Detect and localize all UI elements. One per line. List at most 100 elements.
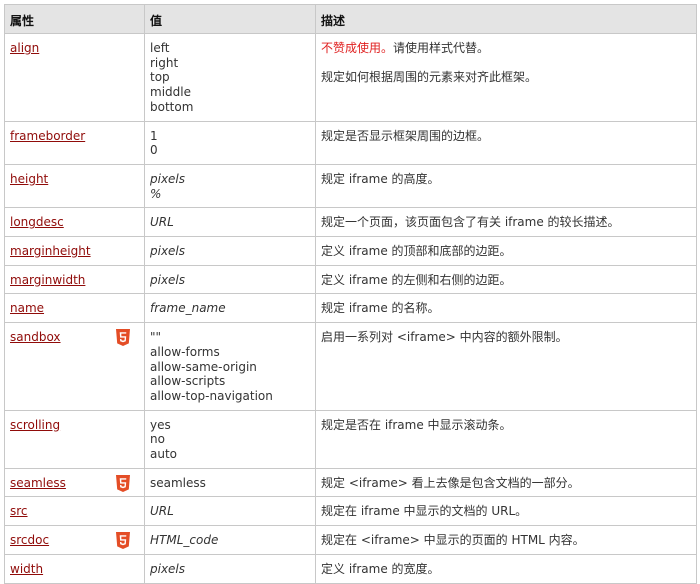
description-cell: 规定在 iframe 中显示的文档的 URL。 — [315, 496, 697, 527]
html5-icon — [116, 474, 130, 492]
value-cell: seamless — [144, 467, 316, 498]
value-item: middle — [150, 85, 191, 100]
value-item: auto — [150, 447, 178, 462]
attribute-link-sandbox[interactable]: sandbox — [10, 330, 61, 344]
value-item: pixels — [150, 272, 186, 287]
attribute-link-src[interactable]: src — [10, 504, 28, 518]
table-row: sandbox "" allow-forms allow-same-origin all… — [4, 322, 697, 411]
value-cell: 10 — [144, 120, 316, 165]
table-row: frameborder 1 0 规定是否显示框架周围的边框。 — [4, 120, 697, 165]
attribute-link-name[interactable]: name — [10, 301, 44, 315]
description-text: 规定 iframe 的高度。 — [321, 171, 440, 186]
attributes-table: 属性 值 描述 align left right top middle bottom 不赞成… — [4, 4, 697, 584]
value-item: URL — [150, 504, 174, 519]
description-cell: 规定一个页面，该页面包含了有关 iframe 的较长描述。 — [315, 207, 697, 238]
description-cell: 不赞成使用。请使用样式代替。 规定如何根据周围的元素来对齐此框架。 — [315, 33, 697, 122]
attribute-cell: scrolling — [4, 409, 145, 469]
attribute-link-align[interactable]: align — [10, 41, 39, 55]
description-cell: 规定 <iframe> 看上去像是包含文档的一部分。 — [315, 467, 697, 498]
attribute-link-marginheight[interactable]: marginheight — [10, 244, 91, 258]
attribute-cell: align — [4, 33, 145, 122]
value-item: "" — [150, 330, 162, 345]
value-cell: yes no auto — [144, 409, 316, 469]
description-text: 规定一个页面，该页面包含了有关 iframe 的较长描述。 — [321, 215, 620, 230]
description-cell: 规定 iframe 的名称。 — [315, 293, 697, 324]
table-row: height pixels% 规定 iframe 的高度。 — [4, 163, 697, 209]
description-text: 请使用样式代替。 — [393, 41, 490, 55]
description-cell: 定义 iframe 的顶部和底部的边距。 — [315, 236, 697, 266]
value-item: HTML_code — [150, 533, 219, 548]
header-description: 描述 — [315, 4, 697, 34]
description-cell: 规定 iframe 的高度。 — [315, 163, 697, 209]
description-cell: 定义 iframe 的宽度。 — [315, 553, 697, 584]
value-item: allow-scripts — [150, 374, 226, 389]
value-item: bottom — [150, 99, 194, 114]
attribute-link-longdesc[interactable]: longdesc — [10, 215, 64, 229]
table-header-row: 属性 值 描述 — [4, 4, 697, 34]
attribute-cell: marginheight — [4, 236, 145, 266]
value-item: allow-forms — [150, 344, 220, 359]
table-body: align left right top middle bottom 不赞成使用。请使用样式… — [4, 33, 697, 584]
value-cell: HTML_code — [144, 525, 316, 555]
value-item: yes — [150, 417, 171, 432]
attribute-link-seamless[interactable]: seamless — [10, 476, 66, 490]
attribute-cell: marginwidth — [4, 264, 145, 295]
attribute-link-scrolling[interactable]: scrolling — [10, 418, 60, 432]
value-cell: pixels — [144, 236, 316, 266]
value-item: pixels — [150, 244, 186, 259]
value-item: left — [150, 41, 170, 55]
description-cell: 规定是否在 iframe 中显示滚动条。 — [315, 409, 697, 469]
description-cell: 定义 iframe 的左侧和右侧的边距。 — [315, 264, 697, 295]
value-cell: pixels — [144, 553, 316, 584]
html5-icon — [116, 329, 130, 347]
attribute-cell: srcdoc — [4, 525, 145, 555]
value-item: pixels — [150, 171, 186, 186]
table-row: longdesc URL 规定一个页面，该页面包含了有关 iframe 的较长描述。 — [4, 207, 697, 238]
description-text: 规定在 <iframe> 中显示的页面的 HTML 内容。 — [321, 533, 585, 548]
value-item: frame_name — [150, 301, 226, 316]
value-cell: frame_name — [144, 293, 316, 324]
attribute-link-srcdoc[interactable]: srcdoc — [10, 533, 49, 547]
value-item: pixels — [150, 561, 186, 576]
description-text: 规定是否显示框架周围的边框。 — [321, 128, 490, 143]
value-item: allow-top-navigation — [150, 388, 273, 403]
table-row: srcdoc HTML_code 规定在 <iframe> 中显示的页面的 HTML… — [4, 525, 697, 555]
table-row: src URL 规定在 iframe 中显示的文档的 URL。 — [4, 496, 697, 527]
description-text: 定义 iframe 的左侧和右侧的边距。 — [321, 272, 512, 287]
attribute-link-width[interactable]: width — [10, 562, 43, 576]
table-row: width pixels 定义 iframe 的宽度。 — [4, 553, 697, 584]
description-text: 启用一系列对 <iframe> 中内容的额外限制。 — [321, 330, 568, 345]
attribute-cell: seamless — [4, 467, 145, 498]
description-cell: 启用一系列对 <iframe> 中内容的额外限制。 — [315, 322, 697, 411]
description-text: 定义 iframe 的顶部和底部的边距。 — [321, 244, 512, 259]
attribute-cell: src — [4, 496, 145, 527]
html5-icon — [116, 532, 130, 550]
table-row: scrolling yes no auto 规定是否在 iframe 中显示滚动条。 — [4, 409, 697, 469]
attribute-link-frameborder[interactable]: frameborder — [10, 129, 85, 143]
value-item: no — [150, 432, 165, 447]
attribute-link-height[interactable]: height — [10, 172, 48, 186]
attribute-cell: sandbox — [4, 322, 145, 411]
table-row: marginwidth pixels 定义 iframe 的左侧和右侧的边距。 — [4, 264, 697, 295]
description-text: 规定在 iframe 中显示的文档的 URL。 — [321, 504, 528, 519]
value-item: 0 — [150, 143, 158, 158]
value-item: 1 — [150, 128, 158, 143]
table-row: seamless seamless 规定 <iframe> 看上去像是包含文档的一部… — [4, 467, 697, 498]
attribute-cell: longdesc — [4, 207, 145, 238]
value-item: % — [150, 186, 162, 201]
description-text: 规定是否在 iframe 中显示滚动条。 — [321, 417, 512, 432]
description-text: 定义 iframe 的宽度。 — [321, 561, 440, 576]
table-row: name frame_name 规定 iframe 的名称。 — [4, 293, 697, 324]
header-attribute: 属性 — [4, 4, 145, 34]
attribute-cell: height — [4, 163, 145, 209]
value-cell: URL — [144, 207, 316, 238]
value-cell: URL — [144, 496, 316, 527]
value-item: top — [150, 70, 170, 85]
value-cell: left right top middle bottom — [144, 33, 316, 122]
attribute-link-marginwidth[interactable]: marginwidth — [10, 273, 85, 287]
table-row: align left right top middle bottom 不赞成使用。请使用样式… — [4, 33, 697, 122]
description-extra: 规定如何根据周围的元素来对齐此框架。 — [321, 69, 538, 84]
description-cell: 规定是否显示框架周围的边框。 — [315, 120, 697, 165]
description-text: 规定 iframe 的名称。 — [321, 301, 440, 316]
value-item: seamless — [150, 475, 206, 490]
